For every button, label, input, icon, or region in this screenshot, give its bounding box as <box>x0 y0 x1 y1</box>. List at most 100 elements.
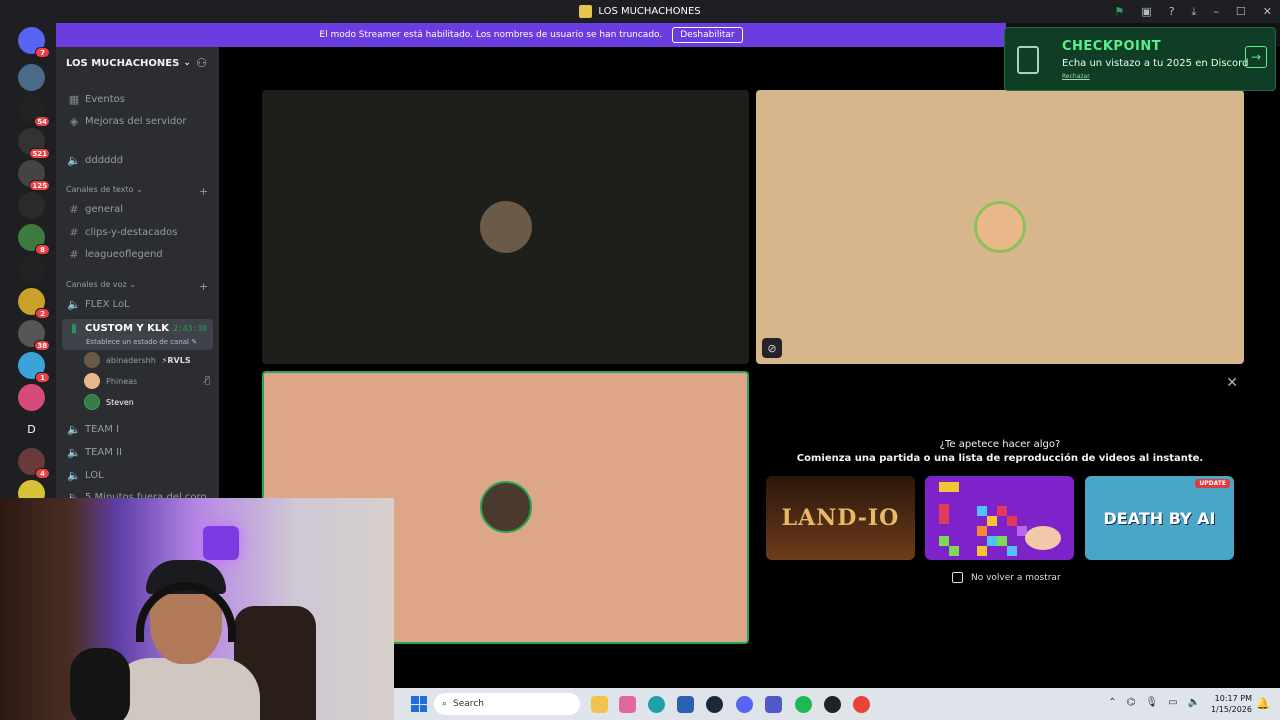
badge-5: 2 <box>35 308 50 319</box>
home-button[interactable]: 7 <box>18 27 50 58</box>
channel-label: FLEX LoL <box>85 298 130 310</box>
neon-logo <box>203 526 239 560</box>
help-icon[interactable]: ? <box>1169 5 1175 18</box>
hash-icon: # <box>69 202 79 216</box>
activity-card-title: DEATH BY AI <box>1103 508 1216 528</box>
close-window-button[interactable]: ✕ <box>1263 5 1272 18</box>
taskbar-clock[interactable]: 10:17 PM 1/15/2026 <box>1211 693 1252 715</box>
disable-streamer-button[interactable]: Deshabilitar <box>672 27 743 43</box>
display-icon[interactable]: ▭ <box>1168 697 1177 708</box>
close-icon[interactable]: ✕ <box>1226 375 1238 391</box>
server-icon-6[interactable]: 8 <box>18 224 50 255</box>
server-icon-8[interactable]: 2 <box>18 288 50 319</box>
server-icon-2[interactable]: 54 <box>18 96 50 127</box>
activity-card-title: LAND-IO <box>781 505 900 531</box>
sidebar-item-boosts[interactable]: ◈ Mejoras del servidor <box>62 111 213 131</box>
recap-icon <box>1017 46 1039 74</box>
activity-card-death-by-ai[interactable]: DEATH BY AI UPDATE <box>1085 476 1234 560</box>
screen-share-icon[interactable]: ▣ <box>1141 5 1151 18</box>
channel-label: clips-y-destacados <box>85 226 178 238</box>
text-channels-category[interactable]: Canales de texto ⌄ + <box>66 185 208 198</box>
blocks-game-art <box>939 482 1061 556</box>
server-icon-d[interactable]: D <box>18 416 45 443</box>
spotify-icon[interactable] <box>795 696 812 713</box>
voice-channel-lol[interactable]: 🔈 LOL <box>62 465 213 485</box>
user-name: abinadershh <box>106 355 156 365</box>
mic-icon[interactable]: 🎙 <box>1145 697 1158 708</box>
discord-icon[interactable] <box>736 696 753 713</box>
teams-icon[interactable] <box>765 696 782 713</box>
checkbox-box[interactable] <box>952 572 963 583</box>
store-icon[interactable] <box>677 696 694 713</box>
activity-card-blocks[interactable] <box>925 476 1074 560</box>
speaker-icon: 🔈 <box>67 297 81 311</box>
download-icon[interactable]: ⤓ <box>1192 5 1197 19</box>
text-channel-league[interactable]: # leagueoflegend <box>62 244 213 264</box>
voice-user-steven[interactable]: Steven <box>84 393 134 411</box>
dont-show-label: No volver a mostrar <box>971 572 1061 583</box>
dont-show-checkbox[interactable]: No volver a mostrar <box>952 572 1061 583</box>
windows-start-icon[interactable] <box>411 696 427 712</box>
server-icon-5[interactable] <box>18 192 45 219</box>
text-channel-clips[interactable]: # clips-y-destacados <box>62 222 213 242</box>
invite-people-icon[interactable]: ⚇ <box>196 56 207 70</box>
system-tray: ⌃ ⌬ 🎙 ▭ 🔈 <box>1108 697 1200 708</box>
steam-icon[interactable] <box>706 696 723 713</box>
server-icon-3[interactable]: 521 <box>18 128 50 159</box>
checkpoint-toast[interactable]: CHECKPOINT Echa un vistazo a tu 2025 en … <box>1004 27 1276 91</box>
server-icon-11[interactable] <box>18 384 45 411</box>
clock-time: 10:17 PM <box>1214 694 1252 703</box>
server-header[interactable]: LOS MUCHACHONES ⌄ ⚇ <box>56 47 219 79</box>
notifications-icon[interactable]: 🔔 <box>1256 697 1270 710</box>
window-title-text: LOS MUCHACHONES <box>598 6 701 17</box>
chevron-up-icon[interactable]: ⌃ <box>1108 697 1116 708</box>
arrow-right-icon[interactable]: → <box>1245 46 1267 68</box>
server-icon-7[interactable] <box>18 256 45 283</box>
taskbar-search[interactable]: ⌕ Search <box>434 693 580 715</box>
boost-icon: ◈ <box>69 114 79 128</box>
text-channel-general[interactable]: # general <box>62 199 213 219</box>
create-text-channel-icon[interactable]: + <box>199 185 208 198</box>
server-icon-10[interactable]: 1 <box>18 352 50 383</box>
video-tile-phineas[interactable]: ⊘ <box>756 90 1244 364</box>
server-icon-12[interactable]: 4 <box>18 448 50 479</box>
pencil-icon: ✎ <box>191 338 198 346</box>
chevron-down-icon: ⌄ <box>183 58 191 68</box>
voice-channel-flex[interactable]: 🔈 FLEX LoL <box>62 294 213 314</box>
avatar <box>480 481 532 533</box>
maximize-button[interactable]: ☐ <box>1236 5 1246 18</box>
streamer-body <box>110 658 260 720</box>
user-tag: ⚡RVLS <box>161 355 191 365</box>
badge-6: 38 <box>34 340 50 351</box>
set-channel-status[interactable]: Establece un estado de canal ✎ <box>86 338 197 346</box>
server-icon-9[interactable]: 38 <box>18 320 50 351</box>
server-icon-1[interactable] <box>18 64 45 91</box>
voice-channel-team-1[interactable]: 🔈 TEAM I <box>62 419 213 439</box>
sidebar-item-label: Mejoras del servidor <box>85 115 187 127</box>
obs-icon[interactable] <box>824 696 841 713</box>
create-voice-channel-icon[interactable]: + <box>199 280 208 293</box>
voice-channel-active[interactable]: ⦀ CUSTOM Y KLK 2:43:30 Establece un esta… <box>62 319 213 350</box>
dismiss-link[interactable]: Rechazar <box>1062 73 1090 80</box>
flag-icon[interactable]: ⚑ <box>1114 5 1124 18</box>
chrome-icon[interactable] <box>853 696 870 713</box>
copilot-icon[interactable] <box>619 696 636 713</box>
minimize-button[interactable]: – <box>1213 5 1219 18</box>
file-explorer-icon[interactable] <box>591 696 608 713</box>
voice-channels-category[interactable]: Canales de voz ⌄ + <box>66 280 208 293</box>
voice-channel-team-2[interactable]: 🔈 TEAM II <box>62 442 213 462</box>
update-badge: UPDATE <box>1195 479 1230 488</box>
volume-icon[interactable]: 🔈 <box>1188 697 1200 708</box>
server-icon-4[interactable]: 125 <box>18 160 50 191</box>
voice-channel-dddddd[interactable]: 🔈 dddddd <box>62 150 213 170</box>
voice-user-phineas[interactable]: Phineas 🎙̸ <box>84 372 210 390</box>
edge-icon[interactable] <box>648 696 665 713</box>
activity-question: ¿Te apetece hacer algo? <box>939 439 1061 450</box>
activity-subtitle: Comienza una partida o una lista de repr… <box>796 453 1204 464</box>
muted-mic-icon: ⊘ <box>762 338 782 358</box>
network-icon[interactable]: ⌬ <box>1127 697 1136 708</box>
activity-card-land-io[interactable]: LAND-IO <box>766 476 915 560</box>
sidebar-item-events[interactable]: ▦ Eventos <box>62 89 213 109</box>
video-tile-abinadershh[interactable] <box>262 90 749 364</box>
voice-user-abinadershh[interactable]: abinadershh ⚡RVLS <box>84 351 191 369</box>
